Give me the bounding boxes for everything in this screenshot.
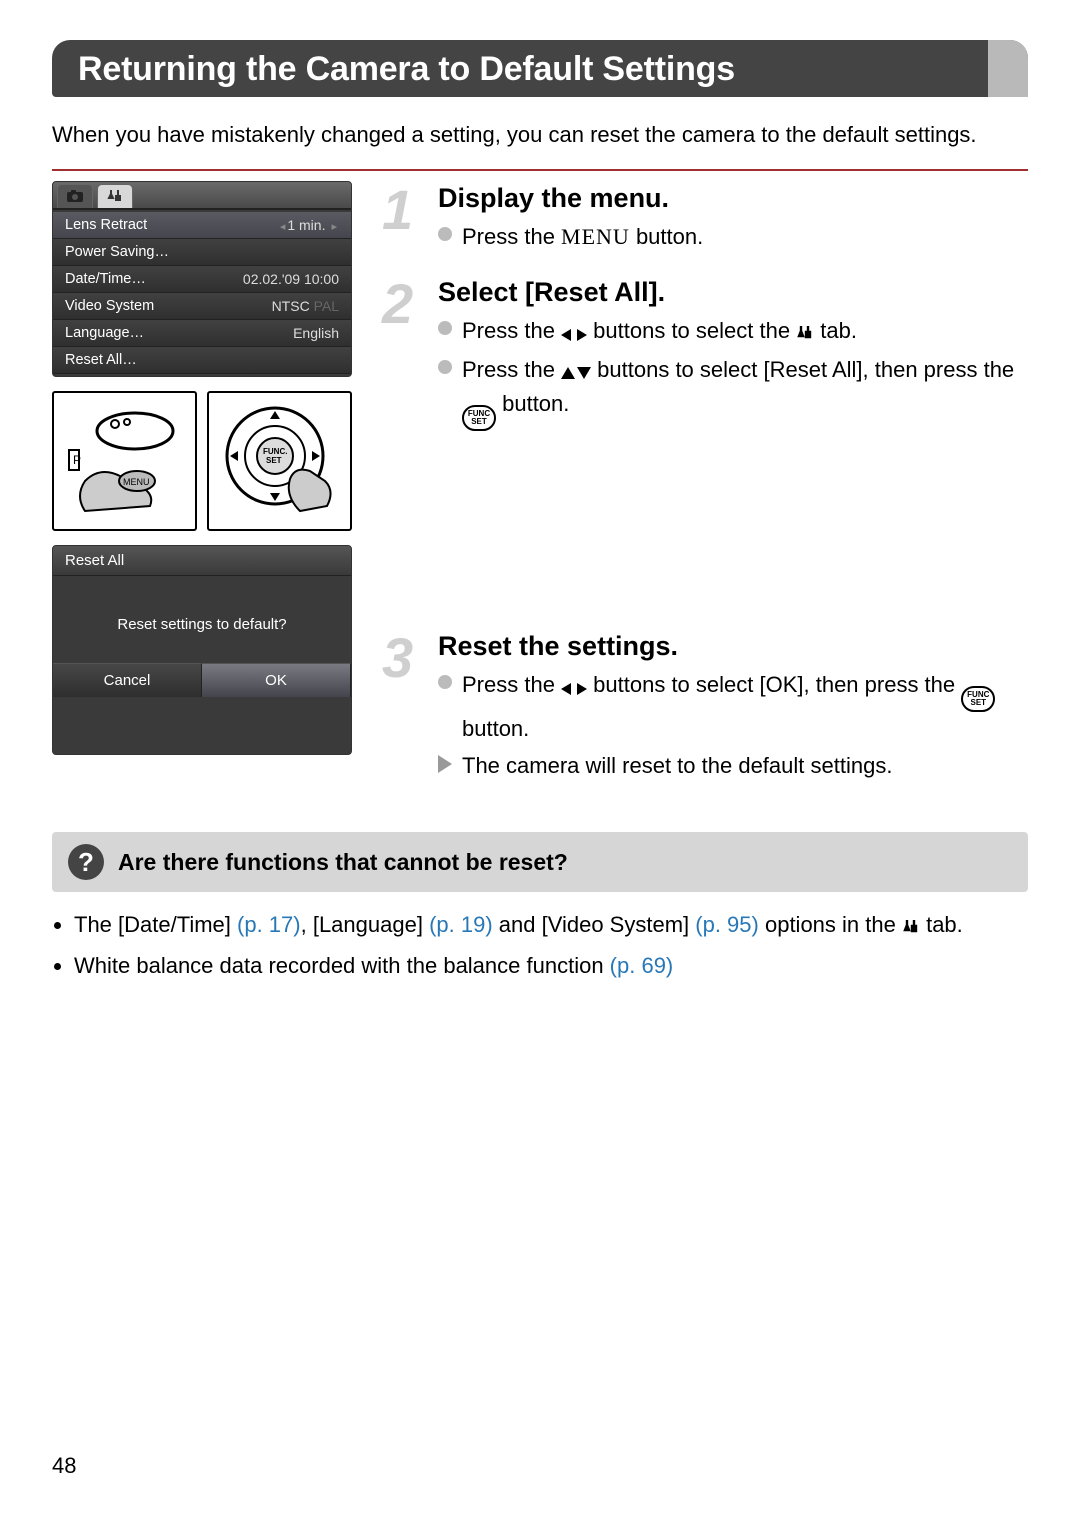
tab-tools-icon bbox=[97, 184, 133, 208]
note-item: The [Date/Time] (p. 17), [Language] (p. … bbox=[74, 908, 1028, 943]
menu-row: Date/Time…02.02.'09 10:00 bbox=[53, 266, 351, 293]
section-title-bar: Returning the Camera to Default Settings bbox=[52, 40, 1028, 97]
note-item: White balance data recorded with the bal… bbox=[74, 949, 1028, 982]
question-callout: ? Are there functions that cannot be res… bbox=[52, 832, 1028, 892]
step-number: 3 bbox=[382, 625, 413, 690]
menu-row: Power Saving… bbox=[53, 239, 351, 266]
left-right-arrows-icon bbox=[561, 670, 587, 703]
intro-paragraph: When you have mistakenly changed a setti… bbox=[52, 119, 1028, 151]
step-title: Select [Reset All]. bbox=[438, 277, 1028, 308]
step2-line1: Press the buttons to select the tab. bbox=[462, 314, 857, 349]
step-number: 2 bbox=[382, 271, 413, 336]
tab-camera-icon bbox=[57, 184, 93, 208]
bullet-icon bbox=[438, 227, 452, 241]
notes-list: The [Date/Time] (p. 17), [Language] (p. … bbox=[52, 908, 1028, 982]
result-arrow-icon bbox=[438, 755, 452, 773]
svg-text:MENU: MENU bbox=[123, 477, 150, 487]
bullet-icon bbox=[438, 321, 452, 335]
up-down-arrows-icon bbox=[561, 354, 591, 387]
step-2: 2 Select [Reset All]. Press the buttons … bbox=[382, 277, 1028, 431]
menu-row: Language…English bbox=[53, 320, 351, 347]
menu-row: Video SystemNTSC PAL bbox=[53, 293, 351, 320]
bullet-icon bbox=[438, 675, 452, 689]
page-ref: (p. 95) bbox=[695, 912, 759, 937]
page-ref: (p. 19) bbox=[429, 912, 493, 937]
divider-rule bbox=[52, 169, 1028, 171]
left-right-arrows-icon bbox=[561, 316, 587, 349]
step1-text: Press the MENU button. bbox=[462, 220, 703, 253]
ok-button-graphic: OK bbox=[201, 663, 351, 697]
func-set-button-icon: FUNCSET bbox=[961, 686, 995, 712]
bullet-icon bbox=[438, 360, 452, 374]
step-title: Reset the settings. bbox=[438, 631, 1028, 662]
confirm-header: Reset All bbox=[53, 546, 351, 576]
func-set-button-icon: FUNCSET bbox=[462, 405, 496, 431]
step-title: Display the menu. bbox=[438, 183, 1028, 214]
camera-menu-screenshot: Lens Retract◂1 min.▸Power Saving…Date/Ti… bbox=[52, 181, 352, 377]
page-number: 48 bbox=[52, 1453, 76, 1479]
control-wheel-diagram: FUNC. SET bbox=[207, 391, 352, 531]
reset-confirm-screenshot: Reset All Reset settings to default? Can… bbox=[52, 545, 352, 755]
tools-tab-icon bbox=[902, 910, 920, 943]
cancel-button-graphic: Cancel bbox=[53, 663, 201, 697]
svg-text:SET: SET bbox=[266, 456, 282, 465]
callout-text: Are there functions that cannot be reset… bbox=[118, 849, 568, 876]
page-ref: (p. 17) bbox=[237, 912, 301, 937]
menu-row: Reset All… bbox=[53, 347, 351, 374]
confirm-message: Reset settings to default? bbox=[53, 576, 351, 663]
camera-back-diagram: P MENU bbox=[52, 391, 197, 531]
tools-tab-icon bbox=[796, 316, 814, 349]
step-number: 1 bbox=[382, 177, 413, 242]
menu-row: Lens Retract◂1 min.▸ bbox=[53, 212, 351, 239]
step3-line2: The camera will reset to the default set… bbox=[462, 749, 892, 782]
step-3: 3 Reset the settings. Press the buttons … bbox=[382, 631, 1028, 782]
page-ref: (p. 69) bbox=[610, 953, 674, 978]
svg-text:FUNC.: FUNC. bbox=[263, 447, 287, 456]
step3-line1: Press the buttons to select [OK], then p… bbox=[462, 668, 1028, 745]
section-title: Returning the Camera to Default Settings bbox=[78, 50, 1002, 89]
step-1: 1 Display the menu. Press the MENU butto… bbox=[382, 183, 1028, 253]
question-mark-icon: ? bbox=[68, 844, 104, 880]
step2-line2: Press the buttons to select [Reset All],… bbox=[462, 353, 1028, 432]
